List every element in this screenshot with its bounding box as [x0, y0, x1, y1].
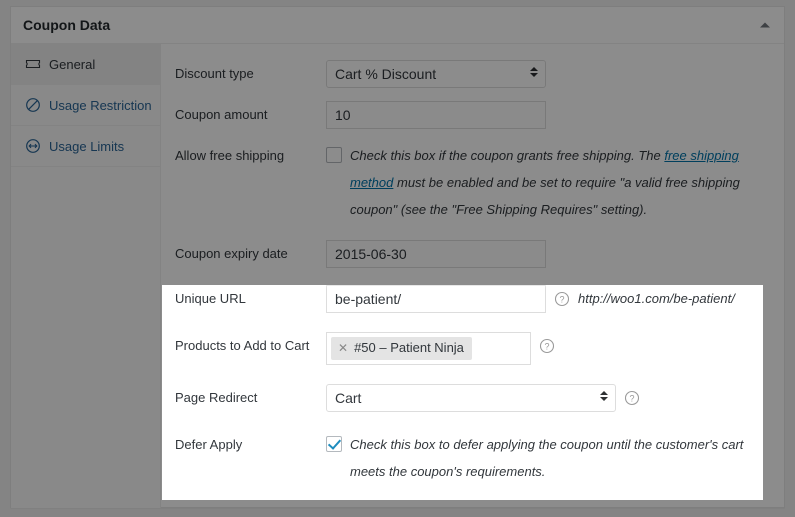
free-shipping-desc-part2: must be enabled and be set to require "a…	[350, 175, 740, 217]
allow-free-shipping-checkbox[interactable]	[326, 147, 342, 163]
field-coupon-amount: Coupon amount ?	[161, 101, 784, 129]
screen: Coupon Data General	[0, 0, 795, 517]
unique-url-label: Unique URL	[175, 285, 326, 313]
metabox-body: General Usage Restriction	[11, 44, 784, 508]
metabox-header[interactable]: Coupon Data	[11, 7, 784, 44]
allow-free-shipping-label: Allow free shipping	[175, 142, 326, 170]
page-redirect-select-wrap: Cart	[326, 384, 616, 412]
defer-apply-description: Check this box to defer applying the cou…	[350, 431, 772, 485]
allow-free-shipping-description: Check this box if the coupon grants free…	[350, 142, 772, 223]
field-coupon-expiry-date: Coupon expiry date	[161, 240, 784, 268]
field-defer-apply: Defer Apply Check this box to defer appl…	[161, 431, 784, 485]
sidebar-item-label: Usage Restriction	[49, 98, 152, 113]
products-token-input[interactable]: ✕ #50 – Patient Ninja	[326, 332, 531, 365]
field-unique-url: Unique URL ? http://woo1.com/be-patient/	[161, 285, 784, 313]
coupon-data-tabs: General Usage Restriction	[11, 44, 161, 508]
question-circle-icon[interactable]: ?	[554, 291, 570, 307]
discount-type-label: Discount type	[175, 60, 326, 88]
field-allow-free-shipping: Allow free shipping Check this box if th…	[161, 142, 784, 223]
unique-url-input[interactable]	[326, 285, 546, 313]
svg-text:?: ?	[559, 294, 564, 304]
product-token[interactable]: ✕ #50 – Patient Ninja	[331, 337, 472, 360]
close-x-icon[interactable]: ✕	[338, 342, 348, 354]
coupon-amount-label: Coupon amount	[175, 101, 326, 129]
coupon-expiry-date-input[interactable]	[326, 240, 546, 268]
question-circle-icon[interactable]: ?	[539, 338, 555, 354]
field-page-redirect: Page Redirect Cart ?	[161, 384, 784, 412]
field-discount-type: Discount type Cart % Discount	[161, 60, 784, 88]
limit-circle-icon	[25, 138, 41, 154]
coupon-amount-input[interactable]	[326, 101, 546, 129]
sidebar-item-general[interactable]: General	[11, 44, 160, 85]
no-entry-icon	[25, 97, 41, 113]
question-circle-icon[interactable]: ?	[326, 107, 342, 123]
unique-url-hint: http://woo1.com/be-patient/	[578, 285, 735, 313]
page-title: Coupon Data	[23, 18, 110, 32]
defer-apply-checkbox[interactable]	[326, 436, 342, 452]
discount-type-select[interactable]: Cart % Discount	[326, 60, 546, 88]
sidebar-item-label: Usage Limits	[49, 139, 124, 154]
question-circle-icon[interactable]: ?	[624, 390, 640, 406]
sidebar-item-usage-restriction[interactable]: Usage Restriction	[11, 85, 160, 126]
product-token-label: #50 – Patient Ninja	[354, 339, 464, 357]
ticket-icon	[25, 56, 41, 72]
discount-type-select-wrap: Cart % Discount	[326, 60, 546, 88]
sidebar-item-label: General	[49, 57, 95, 72]
page-redirect-label: Page Redirect	[175, 384, 326, 412]
general-panel: Discount type Cart % Discount Coupon amo…	[161, 44, 784, 508]
field-products-to-add-to-cart: Products to Add to Cart ✕ #50 – Patient …	[161, 332, 784, 365]
sidebar-item-usage-limits[interactable]: Usage Limits	[11, 126, 160, 167]
page-redirect-select[interactable]: Cart	[326, 384, 616, 412]
svg-text:?: ?	[331, 110, 336, 120]
coupon-data-metabox: Coupon Data General	[10, 6, 785, 508]
triangle-up-icon[interactable]	[760, 23, 770, 28]
products-to-add-to-cart-label: Products to Add to Cart	[175, 332, 326, 360]
svg-text:?: ?	[629, 393, 634, 403]
defer-apply-label: Defer Apply	[175, 431, 326, 459]
free-shipping-desc-part1: Check this box if the coupon grants free…	[350, 148, 664, 163]
svg-text:?: ?	[544, 341, 549, 351]
coupon-expiry-date-label: Coupon expiry date	[175, 240, 326, 268]
